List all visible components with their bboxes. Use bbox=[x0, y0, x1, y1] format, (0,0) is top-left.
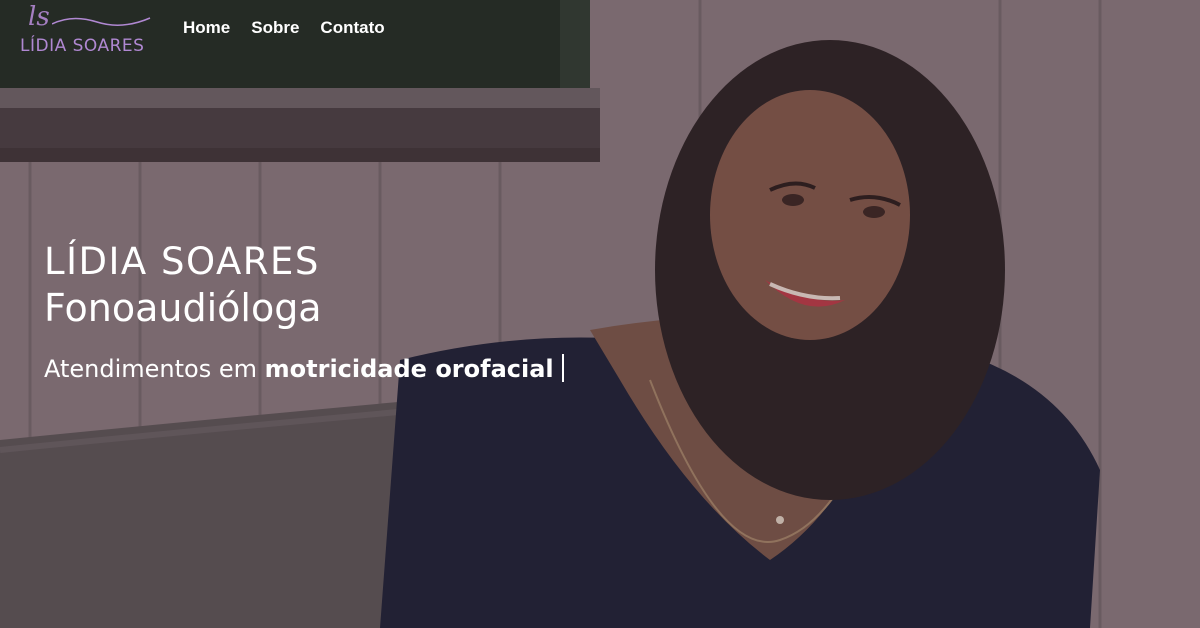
nav-home[interactable]: Home bbox=[183, 18, 230, 38]
site-logo[interactable]: ls LÍDIA SOARES bbox=[18, 2, 158, 56]
main-nav: Home Sobre Contato bbox=[183, 18, 385, 38]
logo-text: LÍDIA SOARES bbox=[20, 36, 145, 56]
logo-monogram: ls bbox=[28, 2, 50, 32]
tagline-highlight: motricidade orofacial bbox=[264, 355, 554, 383]
logo-swoosh-icon bbox=[52, 17, 151, 26]
tagline-prefix: Atendimentos em bbox=[44, 355, 265, 383]
typing-cursor bbox=[561, 354, 564, 382]
hero-tagline: Atendimentos em motricidade orofacial bbox=[44, 354, 564, 383]
nav-sobre[interactable]: Sobre bbox=[251, 18, 299, 38]
hero-role: Fonoaudióloga bbox=[44, 286, 322, 330]
nav-contato[interactable]: Contato bbox=[320, 18, 384, 38]
hero-name: LÍDIA SOARES bbox=[44, 240, 320, 283]
